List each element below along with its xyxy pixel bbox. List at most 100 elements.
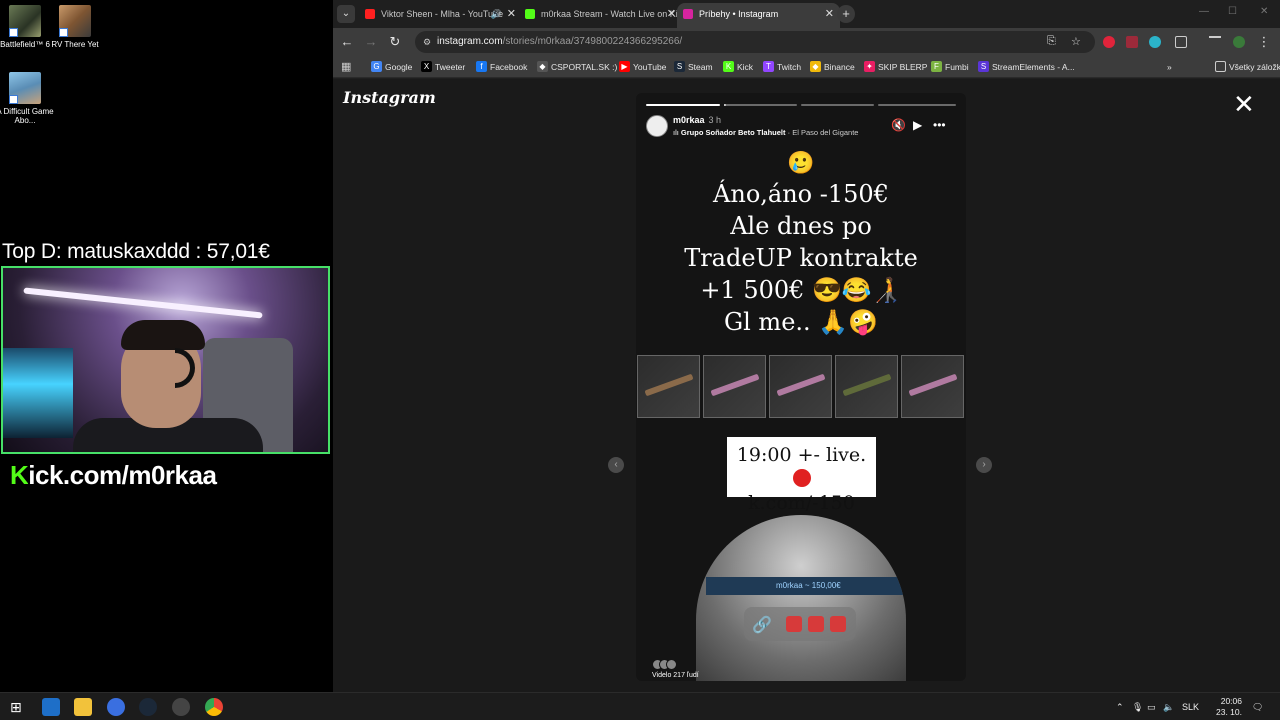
bookmark-label: CSPORTAL.SK :)	[551, 62, 618, 72]
steam-icon[interactable]	[139, 698, 157, 716]
tab-search-button[interactable]: ⌄	[337, 5, 355, 23]
bookmark-star-icon[interactable]: ☆	[1071, 35, 1081, 48]
close-tab-icon[interactable]: ✕	[667, 3, 676, 25]
bookmark-favicon-icon: ✦	[864, 61, 875, 72]
bookmark-steam[interactable]: S Steam	[674, 56, 713, 78]
maximize-button[interactable]: ☐	[1228, 6, 1237, 17]
story-music[interactable]: ılı Grupo Soñador Beto Tlahuelt · El Pas…	[673, 128, 858, 137]
youtube-icon	[365, 9, 375, 19]
desktop-icon-rv-there-yet[interactable]: RV There Yet	[40, 5, 110, 49]
obs-icon[interactable]	[172, 698, 190, 716]
extensions-puzzle-icon[interactable]	[1175, 36, 1187, 48]
bookmark-facebook[interactable]: f Facebook	[476, 56, 527, 78]
site-info-icon[interactable]: ⚙	[423, 36, 435, 48]
bookmark-favicon-icon: S	[978, 61, 989, 72]
link-sticker[interactable]: 🔗	[744, 607, 856, 641]
live-schedule-sticker: 19:00 +- live. k.com/-150	[727, 437, 876, 514]
bookmark-google[interactable]: G Google	[371, 56, 412, 78]
notifications-icon[interactable]: 🗨	[1252, 693, 1263, 720]
skin-thumbnail	[769, 355, 832, 418]
link-icon: 🔗	[752, 617, 772, 634]
bookmark-label: Twitch	[777, 62, 802, 72]
url-text[interactable]: instagram.com/stories/m0rkaa/37498002243…	[437, 31, 682, 53]
volume-icon[interactable]: 🔈	[1163, 693, 1174, 720]
desktop: Battlefield™ 6 RV There Yet A Difficult …	[0, 0, 332, 692]
muted-speaker-icon[interactable]: 🔇	[891, 118, 906, 132]
caption-line: Áno,áno -150€	[713, 180, 889, 208]
tray-chevron-icon[interactable]: ⌃	[1116, 693, 1124, 720]
address-bar[interactable]: ⚙ instagram.com/stories/m0rkaa/374980022…	[415, 31, 1095, 53]
bookmark-csportal-sk[interactable]: ◆ CSPORTAL.SK :)	[537, 56, 617, 78]
task-view-icon[interactable]	[42, 698, 60, 716]
back-icon[interactable]: ←	[338, 33, 356, 51]
bookmark-binance[interactable]: ◆ Binance	[810, 56, 855, 78]
bookmark-tweeter[interactable]: X Tweeter	[421, 56, 465, 78]
bookmark-streamelements-a[interactable]: S StreamElements - A...	[978, 56, 1075, 78]
avatar[interactable]	[646, 115, 668, 137]
bookmark-label: Google	[385, 62, 413, 72]
bookmark-youtube[interactable]: ▶ YouTube	[619, 56, 666, 78]
live-link-text: k.com/-150	[748, 492, 855, 514]
apps-grid-icon[interactable]: ▦	[341, 60, 351, 73]
bookmark-label: YouTube	[633, 62, 667, 72]
instagram-logo[interactable]: Instagram	[343, 88, 436, 107]
folder-icon	[1215, 61, 1226, 72]
install-app-icon[interactable]: ⎘	[1047, 35, 1056, 48]
network-icon[interactable]: ▭	[1147, 693, 1156, 720]
bookmark-kick[interactable]: K Kick	[723, 56, 753, 78]
emoji-top: 🥲	[787, 151, 815, 176]
previous-story-arrow-icon[interactable]: ‹	[608, 457, 624, 473]
bookmark-all-folder[interactable]: Všetky záložky	[1215, 56, 1280, 78]
bookmark-fumbi[interactable]: F Fumbi	[931, 56, 969, 78]
bookmark-label: Binance	[824, 62, 855, 72]
bookmark-label: Kick	[737, 62, 754, 72]
story-viewers[interactable]: Videlo 217 ľudí	[652, 659, 699, 679]
speaker-icon[interactable]: 🔊	[491, 3, 502, 25]
more-bookmarks-chevron-icon[interactable]: »	[1167, 56, 1172, 78]
forward-icon[interactable]: →	[362, 33, 380, 51]
story-card[interactable]: m0rkaa 3 h ılı Grupo Soñador Beto Tlahuel…	[636, 93, 966, 681]
stream-overlay-top-donation: Top D: matuskaxddd : 57,01€	[2, 240, 270, 263]
bookmark-favicon-icon: G	[371, 61, 382, 72]
close-tab-icon[interactable]: ✕	[507, 3, 516, 25]
taskbar-clock[interactable]: 20:06 23. 10. 2025	[1196, 696, 1242, 720]
new-tab-button[interactable]: +	[837, 5, 855, 23]
red-circle-icon	[792, 469, 811, 487]
bookmark-skip-blerp[interactable]: ✦ SKIP BLERP	[864, 56, 927, 78]
caption-line: +1 500€ 😎😂🧑‍🦯	[700, 276, 902, 304]
story-username[interactable]: m0rkaa 3 h	[673, 115, 721, 125]
story-progress-bar	[646, 104, 956, 106]
more-options-icon[interactable]: •••	[933, 118, 946, 132]
minimize-button[interactable]: —	[1199, 6, 1209, 17]
menu-dots-icon[interactable]: ⋮	[1255, 33, 1273, 51]
desktop-icon-difficult-game[interactable]: A Difficult Game Abo...	[0, 72, 60, 125]
bookmarks-bar: ▦ G Google X Tweeter f Facebook ◆ CSPORTAL.SK :…	[333, 56, 1280, 78]
bookmark-favicon-icon: K	[723, 61, 734, 72]
desktop-icon-label: A Difficult Game Abo...	[0, 107, 54, 125]
tab-youtube[interactable]: Viktor Sheen - Mlha - YouTube 🔊 ✕	[359, 3, 522, 25]
battlefield-icon	[9, 5, 41, 37]
bookmark-label: Facebook	[490, 62, 528, 72]
viewer-count: Videlo 217 ľudí	[652, 672, 699, 679]
close-window-button[interactable]: ✕	[1260, 6, 1268, 17]
chrome-icon[interactable]	[205, 698, 223, 716]
microphone-icon[interactable]: 🎙	[1132, 693, 1143, 720]
file-explorer-icon[interactable]	[74, 698, 92, 716]
chrome-profile-icon[interactable]	[107, 698, 125, 716]
profile-avatar[interactable]	[1233, 36, 1245, 48]
extension-icon-1[interactable]	[1103, 36, 1115, 48]
extension-icon-2[interactable]	[1126, 36, 1138, 48]
tab-kick[interactable]: m0rkaa Stream - Watch Live on Kick ✕	[519, 3, 682, 25]
close-tab-icon[interactable]: ✕	[825, 3, 834, 25]
reload-icon[interactable]: ↻	[386, 33, 404, 51]
close-story-icon[interactable]: ✕	[1233, 91, 1255, 117]
windows-start-icon[interactable]: ⊞	[10, 698, 28, 716]
progress-segment	[801, 104, 874, 106]
reading-list-icon[interactable]	[1209, 36, 1221, 48]
bookmark-favicon-icon: ◆	[537, 61, 548, 72]
next-story-arrow-icon[interactable]: ›	[976, 457, 992, 473]
play-icon[interactable]: ▶	[913, 118, 922, 132]
bookmark-twitch[interactable]: T Twitch	[763, 56, 801, 78]
extension-icon-3[interactable]	[1149, 36, 1161, 48]
tab-instagram[interactable]: Príbehy • Instagram ✕	[677, 3, 840, 28]
